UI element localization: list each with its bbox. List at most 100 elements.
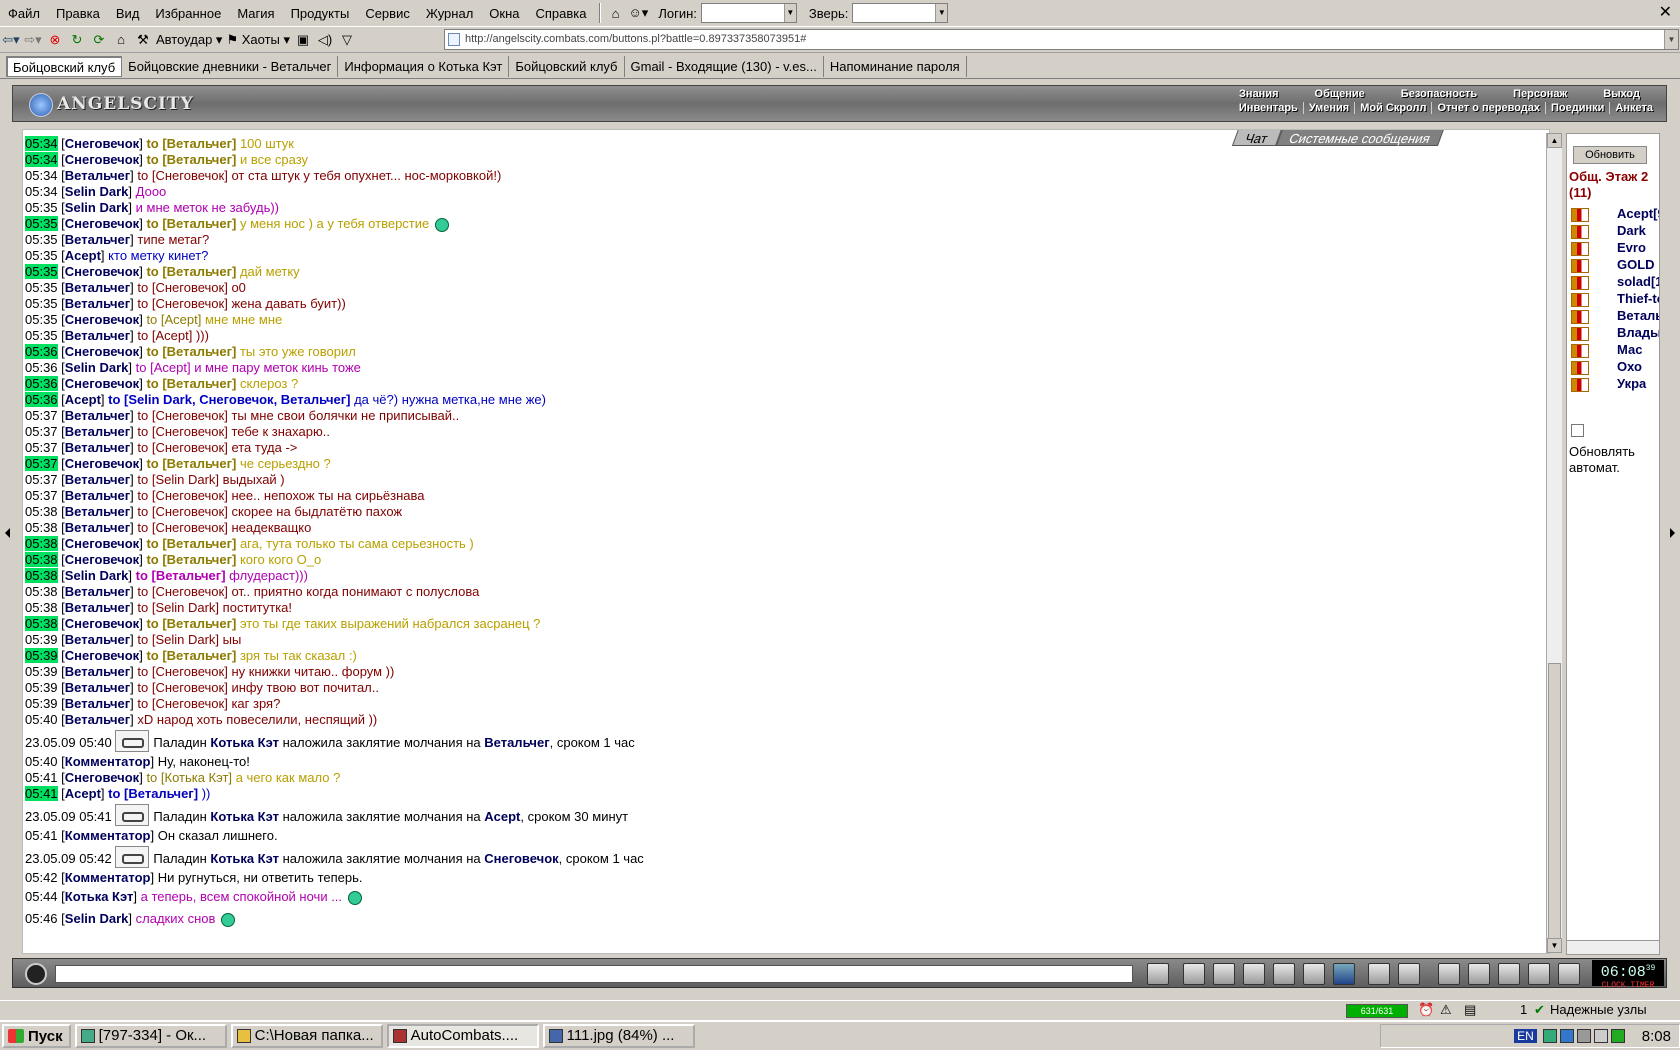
online-user[interactable]: Dark	[1571, 223, 1659, 239]
private-message-icon[interactable]	[1571, 326, 1589, 341]
sender-name[interactable]: Снеговечок	[65, 770, 139, 785]
sender-name[interactable]: Снеговечок	[65, 616, 139, 631]
scroll-thumb[interactable]	[1548, 663, 1561, 943]
sender-name[interactable]: Selin Dark	[65, 200, 129, 215]
recipient[interactable]: to [Снеговечок]	[137, 440, 227, 455]
sender-name[interactable]: Ветальчег	[65, 600, 130, 615]
sender-name[interactable]: Ветальчег	[65, 440, 130, 455]
recipient[interactable]: to [Ветальчег]	[146, 552, 236, 567]
paladin-name[interactable]: Котька Кэт	[210, 809, 279, 824]
private-message-icon[interactable]	[1571, 360, 1589, 375]
menu-windows[interactable]: Окна	[481, 0, 527, 27]
user-name[interactable]: solad[1	[1617, 274, 1659, 289]
sender-name[interactable]: Комментатор	[65, 754, 151, 769]
link-knowledge[interactable]: Знания	[1221, 88, 1296, 100]
recipient[interactable]: to [Selin Dark, Снеговечок, Ветальчег]	[108, 392, 350, 407]
back-icon[interactable]: ⇦▾	[0, 29, 22, 51]
tools-icon[interactable]: ⚒	[132, 29, 154, 51]
refresh-icon[interactable]: ↻	[66, 29, 88, 51]
private-message-icon[interactable]	[1571, 241, 1589, 256]
sender-name[interactable]: Котька Кэт	[65, 889, 134, 904]
sender-name[interactable]: Комментатор	[65, 870, 151, 885]
sender-name[interactable]: Acept	[65, 786, 101, 801]
sender-name[interactable]: Снеговечок	[65, 152, 139, 167]
sender-name[interactable]: Ветальчег	[65, 408, 130, 423]
recipient[interactable]: to [Selin Dark]	[137, 472, 219, 487]
language-indicator[interactable]: EN	[1514, 1029, 1537, 1043]
sender-name[interactable]: Ветальчег	[65, 504, 130, 519]
antivirus-icon[interactable]	[1610, 1029, 1625, 1043]
private-message-icon[interactable]	[1571, 292, 1589, 307]
sender-name[interactable]: Selin Dark	[65, 568, 129, 583]
recipient[interactable]: to [Ветальчег]	[136, 568, 226, 583]
autoudar-button[interactable]: Автоудар ▾	[154, 29, 224, 51]
paladin-name[interactable]: Котька Кэт	[210, 851, 279, 866]
user-name[interactable]: Acept[9	[1617, 206, 1659, 221]
sender-name[interactable]: Снеговечок	[65, 648, 139, 663]
recipient[interactable]: to [Снеговечок]	[137, 520, 227, 535]
translit-icon[interactable]	[1303, 963, 1325, 985]
recipient[interactable]: to [Снеговечок]	[137, 168, 227, 183]
sound-icon[interactable]: ◁)	[314, 29, 336, 51]
menu-help[interactable]: Справка	[528, 0, 595, 27]
screen-icon[interactable]: ▣	[292, 29, 314, 51]
link-character[interactable]: Персонаж	[1495, 88, 1585, 100]
sender-name[interactable]: Ветальчег	[65, 328, 130, 343]
recipient[interactable]: to [Ветальчег]	[146, 136, 236, 151]
sender-name[interactable]: Снеговечок	[65, 216, 139, 231]
recipient[interactable]: to [Acept]	[136, 360, 191, 375]
sender-name[interactable]: Ветальчег	[65, 280, 130, 295]
pet-select[interactable]: ▼	[852, 3, 949, 23]
recipient[interactable]: to [Ветальчег]	[146, 616, 236, 631]
sender-name[interactable]: Ветальчег	[65, 680, 130, 695]
figure-icon[interactable]	[1273, 963, 1295, 985]
menu-edit[interactable]: Правка	[48, 0, 108, 27]
sender-name[interactable]: Ветальчег	[65, 296, 130, 311]
sender-name[interactable]: Снеговечок	[65, 264, 139, 279]
stop-icon[interactable]: ⊗	[44, 29, 66, 51]
spell-icon[interactable]	[1498, 963, 1520, 985]
recipient[interactable]: to [Снеговечок]	[137, 680, 227, 695]
tab-fight-club-2[interactable]: Бойцовский клуб	[509, 55, 625, 77]
sender-name[interactable]: Ветальчег	[65, 168, 130, 183]
sender-name[interactable]: Ветальчег	[65, 424, 130, 439]
sender-name[interactable]: Ветальчег	[65, 696, 130, 711]
link-security[interactable]: Безопасность	[1383, 88, 1495, 100]
menu-view[interactable]: Вид	[108, 0, 148, 27]
chevron-down-icon[interactable]: ▼	[935, 4, 948, 22]
user-name[interactable]: Охо	[1617, 359, 1642, 374]
private-message-icon[interactable]	[1571, 207, 1589, 222]
online-user[interactable]: Evro	[1571, 240, 1659, 256]
start-button[interactable]: Пуск	[2, 1024, 71, 1048]
link-skills[interactable]: Умения	[1304, 102, 1356, 114]
safely-remove-icon[interactable]	[1576, 1029, 1591, 1043]
recipient[interactable]: to [Acept]	[137, 328, 192, 343]
chat-input[interactable]	[55, 965, 1133, 983]
sender-name[interactable]: Комментатор	[65, 828, 151, 843]
forward-icon[interactable]: ⇨▾	[22, 29, 44, 51]
network-icon[interactable]	[1542, 1029, 1557, 1043]
private-message-icon[interactable]	[1571, 224, 1589, 239]
music-icon[interactable]	[1333, 963, 1355, 985]
recipient[interactable]: to [Снеговечок]	[137, 280, 227, 295]
menu-file[interactable]: Файл	[0, 0, 48, 27]
chat-scrollbar[interactable]: ▲ ▼	[1546, 133, 1562, 953]
login-select[interactable]: ▼	[700, 3, 797, 23]
online-user[interactable]: Охо	[1571, 359, 1659, 375]
save-icon[interactable]	[1243, 963, 1265, 985]
chat-mode-icon[interactable]	[25, 963, 47, 985]
recipient[interactable]: to [Снеговечок]	[137, 696, 227, 711]
sender-name[interactable]: Ветальчег	[65, 584, 130, 599]
collapse-left-icon[interactable]	[0, 510, 10, 560]
recipient[interactable]: to [Selin Dark]	[137, 600, 219, 615]
sender-name[interactable]: Ветальчег	[65, 520, 130, 535]
filter-icon[interactable]: ▽	[336, 29, 358, 51]
home-icon[interactable]: ⌂	[605, 2, 627, 24]
link-communication[interactable]: Общение	[1297, 88, 1383, 100]
filter-icon[interactable]	[1213, 963, 1235, 985]
recipient[interactable]: to [Котька Кэт]	[146, 770, 232, 785]
online-user[interactable]: Acept[9	[1571, 206, 1659, 222]
send-icon[interactable]	[1147, 963, 1169, 985]
auto-refresh-checkbox[interactable]	[1571, 424, 1584, 437]
user-name[interactable]: Evro	[1617, 240, 1646, 255]
